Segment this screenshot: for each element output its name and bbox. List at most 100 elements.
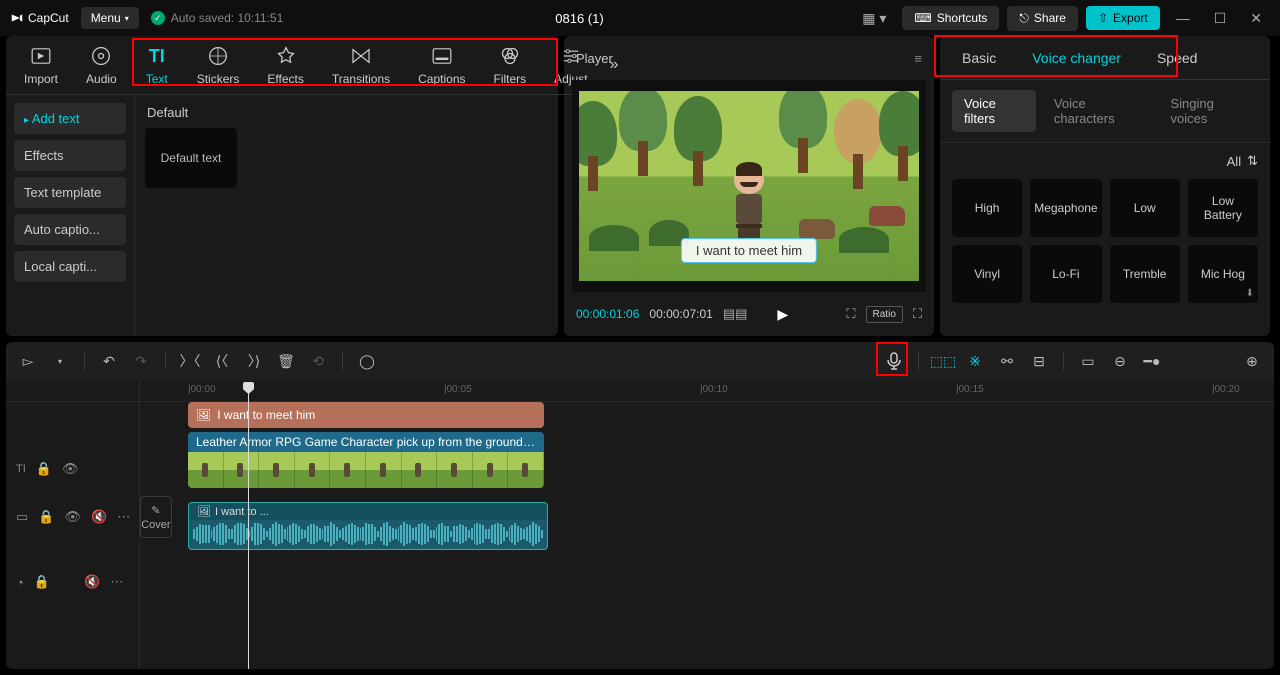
app-logo: CapCut [10,11,69,25]
sidebar-item-text-template[interactable]: Text template [14,177,126,208]
preset-default-text[interactable]: Default text [145,128,237,188]
tab-audio[interactable]: Audio [72,36,131,94]
align-icon[interactable]: ⊟ [1027,349,1051,373]
sidebar-item-effects[interactable]: Effects [14,140,126,171]
ratio-button[interactable]: Ratio [866,306,903,323]
import-icon [29,44,53,68]
trim-left-icon[interactable]: ⟨〈 [210,349,234,373]
tab-speed[interactable]: Speed [1139,36,1215,79]
voice-megaphone[interactable]: Megaphone [1030,179,1101,237]
close-icon[interactable]: ✕ [1242,10,1270,27]
voice-sub-tabs: Voice filters Voice characters Singing v… [940,80,1270,143]
fullscreen-icon[interactable]: ⛶ [913,306,922,322]
voice-low[interactable]: Low [1110,179,1180,237]
share-button[interactable]: ⎋ Share [1007,6,1078,31]
stickers-icon [206,44,230,68]
link-preview-icon[interactable]: ※ [963,349,987,373]
tab-captions[interactable]: Captions [404,36,479,94]
mic-icon[interactable] [882,349,906,373]
voice-high[interactable]: High [952,179,1022,237]
split-icon[interactable]: 〉〈 [178,349,202,373]
filter-icon[interactable]: ⇅ [1247,153,1258,169]
menu-icon[interactable]: ≡ [914,51,922,66]
sub-tab-voice-characters[interactable]: Voice characters [1042,90,1153,132]
menu-button[interactable]: Menu ▾ [81,7,139,29]
mute-icon[interactable]: 🔇 [91,509,107,525]
redo-icon[interactable]: ↷ [129,349,153,373]
minimize-icon[interactable]: — [1168,10,1198,26]
voice-low-battery[interactable]: Low Battery [1188,179,1258,237]
eye-icon[interactable]: 👁 [62,461,79,477]
compare-icon[interactable]: ▤▤ [723,306,748,322]
audio-clip[interactable]: 🖼 I want to ... [188,502,548,550]
tab-text[interactable]: TI Text [131,36,183,94]
inspector-tabs: Basic Voice changer Speed [940,36,1270,80]
layout-icon[interactable]: ▦ ▾ [854,10,894,27]
undo-icon[interactable]: ↶ [97,349,121,373]
revert-icon[interactable]: ⟲ [306,349,330,373]
tab-import[interactable]: Import [10,36,72,94]
sidebar-item-add-text[interactable]: Add text [14,103,126,134]
track-head-text: TI 🔒 👁 [6,454,139,484]
video-clip-label: Leather Armor RPG Game Character pick up… [188,432,544,452]
video-track-icon: ▭ [16,509,28,525]
zoom-in-icon[interactable]: ⊕ [1240,349,1264,373]
sidebar-item-auto-captions[interactable]: Auto captio... [14,214,126,245]
sub-tab-voice-filters[interactable]: Voice filters [952,90,1036,132]
voice-vinyl[interactable]: Vinyl [952,245,1022,303]
subtitle-overlay[interactable]: I want to meet him [681,238,817,263]
shield-icon[interactable]: ◯ [355,349,379,373]
tab-voice-changer[interactable]: Voice changer [1014,36,1139,79]
pointer-icon[interactable]: ▻ [16,349,40,373]
track-head-audio: ◔ 🔒 🔇 ⋯ [6,558,139,606]
chevron-down-icon[interactable]: ▾ [48,349,72,373]
export-button[interactable]: ⇧ Export [1086,6,1160,30]
tab-transitions[interactable]: Transitions [318,36,404,94]
voice-mic-hog[interactable]: Mic Hog⬇ [1188,245,1258,303]
track-headers: TI 🔒 👁 ▭ 🔒 👁 🔇 ⋯ ✎ Cover ◔ 🔒 🔇 [6,380,140,669]
filters-icon [498,44,522,68]
timeline-tracks[interactable]: |00:00 |00:05 |00:10 |00:15 |00:20 🖼 I w… [140,380,1274,669]
play-button[interactable]: ▶ [777,306,788,323]
delete-icon[interactable]: 🗑 [274,349,298,373]
time-current: 00:00:01:06 [576,307,639,321]
trim-right-icon[interactable]: 〉⟩ [242,349,266,373]
link-icon[interactable]: ⚯ [995,349,1019,373]
more-icon[interactable]: ⋯ [117,509,130,525]
lock-icon[interactable]: 🔒 [38,509,54,525]
character-sprite [724,166,774,236]
keyboard-icon: ⌨ [914,11,931,25]
timeline-ruler[interactable]: |00:00 |00:05 |00:10 |00:15 |00:20 [140,380,1274,402]
shortcuts-button[interactable]: ⌨ Shortcuts [902,6,999,30]
video-clip[interactable]: Leather Armor RPG Game Character pick up… [188,432,544,488]
text-presets-area: Default Default text [134,95,630,336]
zoom-out-icon[interactable]: ⊖ [1108,349,1132,373]
lock-icon[interactable]: 🔒 [36,461,52,477]
eye-icon[interactable]: 👁 [64,509,81,525]
tab-basic[interactable]: Basic [944,36,1014,79]
maximize-icon[interactable]: ☐ [1206,10,1235,27]
tab-filters[interactable]: Filters [480,36,541,94]
text-clip[interactable]: 🖼 I want to meet him [188,402,544,428]
lock-icon[interactable]: 🔒 [34,574,50,590]
more-icon[interactable]: ⋯ [110,574,123,590]
filter-all-label[interactable]: All [1227,154,1241,169]
zoom-box-icon[interactable]: ▭ [1076,349,1100,373]
download-icon: ⬇ [1246,288,1254,299]
player-viewport[interactable]: I want to meet him [572,80,926,292]
playhead[interactable] [248,382,249,669]
mute-icon[interactable]: 🔇 [84,574,100,590]
voice-lofi[interactable]: Lo-Fi [1030,245,1101,303]
sub-tab-singing-voices[interactable]: Singing voices [1158,90,1258,132]
zoom-slider[interactable]: ━● [1140,349,1164,373]
tab-effects[interactable]: Effects [253,36,317,94]
text-icon: TI [145,44,169,68]
voice-tremble[interactable]: Tremble [1110,245,1180,303]
tab-stickers[interactable]: Stickers [183,36,254,94]
video-thumbnails [188,452,544,488]
sidebar-item-local-captions[interactable]: Local capti... [14,251,126,282]
chevron-down-icon: ▾ [125,14,129,23]
magnet-icon[interactable]: ⬚⬚ [931,349,955,373]
crop-icon[interactable]: ⛶ [846,306,855,322]
tabs-more-icon[interactable]: » [602,56,627,74]
